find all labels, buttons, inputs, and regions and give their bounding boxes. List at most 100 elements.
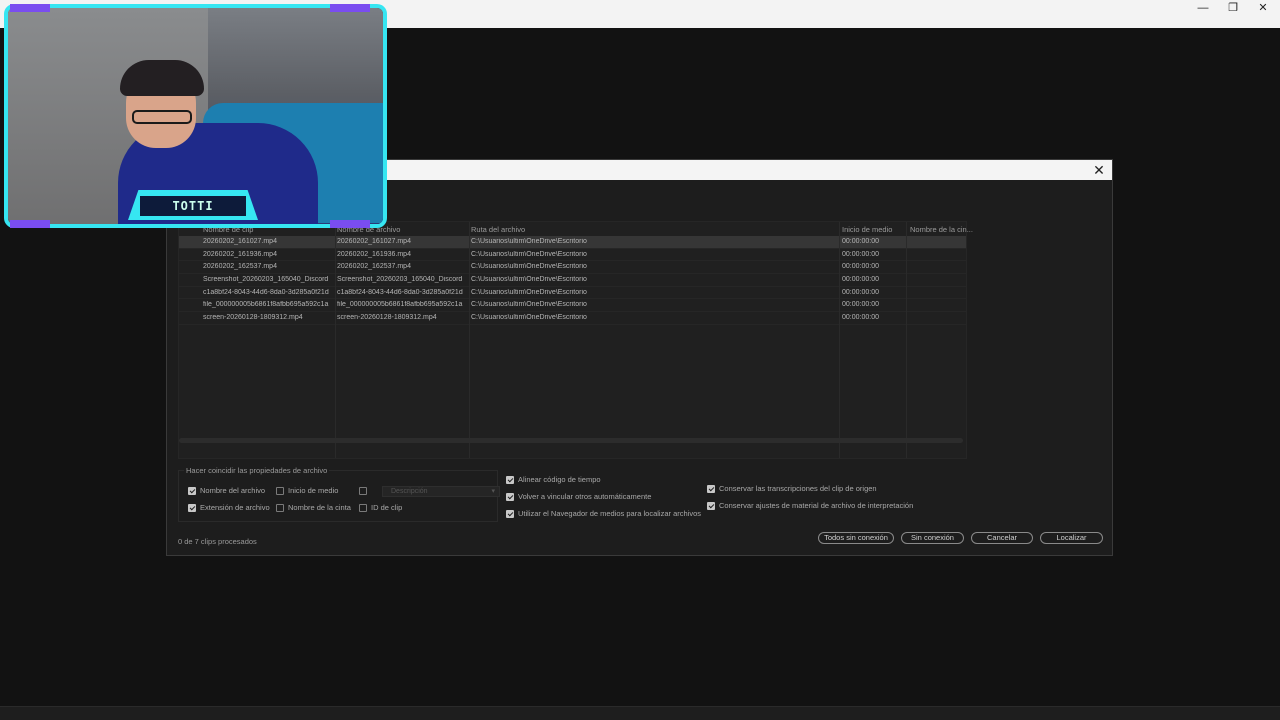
keep-interpret-label: Conservar ajustes de material de archivo… [719, 501, 914, 510]
relink-others-checkbox[interactable]: Volver a vincular otros automáticamente [506, 492, 651, 501]
table-body: 20260202_161027.mp4 20260202_161027.mp4 … [179, 236, 966, 325]
table-row[interactable]: screen-20260128-1809312.mp4 screen-20260… [179, 312, 966, 325]
cell-clip-name: 20260202_161027.mp4 [203, 238, 277, 245]
checkbox-checked-icon [707, 501, 715, 510]
checkbox-checked-icon [506, 492, 514, 501]
cell-file-path: C:\Usuarios\ultim\OneDrive\Escritorio [471, 301, 587, 309]
table-row[interactable]: Screenshot_20260203_165040_Discord Scree… [179, 274, 966, 287]
webcam-person-glasses [132, 110, 192, 124]
match-clip-id-label: ID de clip [371, 503, 403, 512]
cell-file-name: Screenshot_20260203_165040_Discord [337, 276, 463, 284]
webcam-person-headphones [120, 60, 204, 96]
description-label: Descripción [391, 488, 428, 495]
cell-media-start: 00:00:00:00 [842, 238, 879, 245]
webcam-overlay: TOTTI [0, 0, 390, 232]
checkbox-checked-icon [506, 509, 514, 518]
clips-table: Nombre de clip Nombre de archivo Ruta de… [178, 221, 973, 459]
match-file-extension-checkbox[interactable]: Extensión de archivo [188, 503, 270, 512]
cell-file-path: C:\Usuarios\ultim\OneDrive\Escritorio [471, 238, 587, 245]
cell-file-name: screen-20260128-1809312.mp4 [337, 314, 437, 322]
table-row[interactable]: 20260202_161027.mp4 20260202_161027.mp4 … [179, 236, 966, 249]
cell-clip-name: file_000000005b6861f8afbb695a592c1a [203, 301, 329, 309]
column-divider [839, 222, 840, 458]
cell-media-start: 00:00:00:00 [842, 250, 879, 258]
col-file-path[interactable]: Ruta del archivo [471, 225, 525, 234]
cell-file-name: 20260202_161027.mp4 [337, 238, 411, 245]
webcam-frame-accent [330, 220, 370, 228]
table-row[interactable]: file_000000005b6861f8afbb695a592c1a file… [179, 299, 966, 313]
cell-file-path: C:\Usuarios\ultim\OneDrive\Escritorio [471, 276, 587, 284]
status-bar [0, 706, 1280, 720]
cell-media-start: 00:00:00:00 [842, 263, 879, 271]
checkbox-unchecked-icon [359, 487, 367, 495]
use-media-browser-label: Utilizar el Navegador de medios para loc… [518, 509, 701, 518]
match-file-name-label: Nombre del archivo [200, 486, 266, 495]
checkbox-checked-icon [188, 503, 196, 512]
cell-file-path: C:\Usuarios\ultim\OneDrive\Escritorio [471, 288, 587, 296]
cell-media-start: 00:00:00:00 [842, 301, 879, 309]
cell-file-path: C:\Usuarios\ultim\OneDrive\Escritorio [471, 314, 587, 322]
cell-file-name: file_000000005b6861f8afbb695a592c1a [337, 301, 463, 309]
match-properties-group: Hacer coincidir las propiedades de archi… [178, 466, 500, 522]
checkbox-unchecked-icon [276, 486, 284, 495]
match-description-checkbox[interactable] [359, 487, 367, 495]
relink-others-label: Volver a vincular otros automáticamente [518, 492, 652, 501]
keep-transcripts-checkbox[interactable]: Conservar las transcripciones del clip d… [707, 484, 877, 493]
column-divider [335, 222, 336, 458]
cell-clip-name: c1a8bf24-8043-44d6-8da0-3d285a0f21d [203, 288, 329, 296]
match-file-extension-label: Extensión de archivo [200, 503, 270, 512]
match-media-start-checkbox[interactable]: Inicio de medio [276, 486, 338, 495]
col-tape-name[interactable]: Nombre de la cin... [910, 225, 973, 234]
column-divider [469, 222, 470, 458]
webcam-frame-accent [10, 4, 50, 12]
offline-button[interactable]: Sin conexión [901, 532, 964, 544]
keep-interpret-checkbox[interactable]: Conservar ajustes de material de archivo… [707, 501, 913, 510]
cell-file-path: C:\Usuarios\ultim\OneDrive\Escritorio [471, 250, 587, 258]
progress-text: 0 de 7 clips procesados [178, 537, 257, 546]
chevron-down-icon: ▾ [491, 488, 495, 495]
horizontal-scrollbar[interactable] [179, 438, 963, 443]
col-media-start[interactable]: Inicio de medio [842, 225, 892, 234]
cell-media-start: 00:00:00:00 [842, 276, 879, 284]
match-media-start-label: Inicio de medio [288, 486, 339, 495]
webcam-name: TOTTI [140, 196, 246, 216]
checkbox-checked-icon [188, 486, 196, 495]
table-row[interactable]: 20260202_161936.mp4 20260202_161936.mp4 … [179, 249, 966, 262]
match-clip-id-checkbox[interactable]: ID de clip [359, 503, 402, 512]
checkbox-unchecked-icon [276, 503, 284, 512]
locate-button[interactable]: Localizar [1040, 532, 1103, 544]
keep-transcripts-label: Conservar las transcripciones del clip d… [719, 484, 877, 493]
table-row[interactable]: 20260202_162537.mp4 20260202_162537.mp4 … [179, 261, 966, 275]
cell-clip-name: screen-20260128-1809312.mp4 [203, 314, 303, 322]
column-divider [906, 222, 907, 458]
match-file-name-checkbox[interactable]: Nombre del archivo [188, 486, 265, 495]
checkbox-checked-icon [506, 475, 514, 484]
use-media-browser-checkbox[interactable]: Utilizar el Navegador de medios para loc… [506, 509, 701, 518]
cell-clip-name: 20260202_162537.mp4 [203, 263, 277, 271]
table-row[interactable]: c1a8bf24-8043-44d6-8da0-3d285a0f21d c1a8… [179, 287, 966, 300]
webcam-frame-accent [10, 220, 50, 228]
minimize-button[interactable]: — [1188, 0, 1218, 20]
description-field[interactable]: Descripción ▾ [382, 486, 500, 497]
cell-file-name: 20260202_161936.mp4 [337, 250, 411, 258]
match-tape-name-label: Nombre de la cinta [288, 503, 351, 512]
restore-button[interactable]: ❐ [1218, 0, 1248, 20]
cell-media-start: 00:00:00:00 [842, 314, 879, 322]
cancel-button[interactable]: Cancelar [971, 532, 1033, 544]
cell-media-start: 00:00:00:00 [842, 288, 879, 296]
checkbox-checked-icon [707, 484, 715, 493]
match-tape-name-checkbox[interactable]: Nombre de la cinta [276, 503, 351, 512]
close-window-button[interactable]: ✕ [1248, 0, 1278, 20]
checkbox-unchecked-icon [359, 503, 367, 512]
cell-clip-name: 20260202_161936.mp4 [203, 250, 277, 258]
cell-clip-name: Screenshot_20260203_165040_Discord [203, 276, 329, 284]
dialog-close-button[interactable]: ✕ [1090, 161, 1108, 179]
align-timecode-checkbox[interactable]: Alinear código de tiempo [506, 475, 601, 484]
cell-file-path: C:\Usuarios\ultim\OneDrive\Escritorio [471, 263, 587, 271]
cell-file-name: 20260202_162537.mp4 [337, 263, 411, 271]
match-properties-title: Hacer coincidir las propiedades de archi… [184, 466, 330, 475]
cell-file-name: c1a8bf24-8043-44d6-8da0-3d285a0f21d [337, 288, 463, 296]
align-timecode-label: Alinear código de tiempo [518, 475, 601, 484]
all-offline-button[interactable]: Todos sin conexión [818, 532, 894, 544]
webcam-frame-accent [330, 4, 370, 12]
